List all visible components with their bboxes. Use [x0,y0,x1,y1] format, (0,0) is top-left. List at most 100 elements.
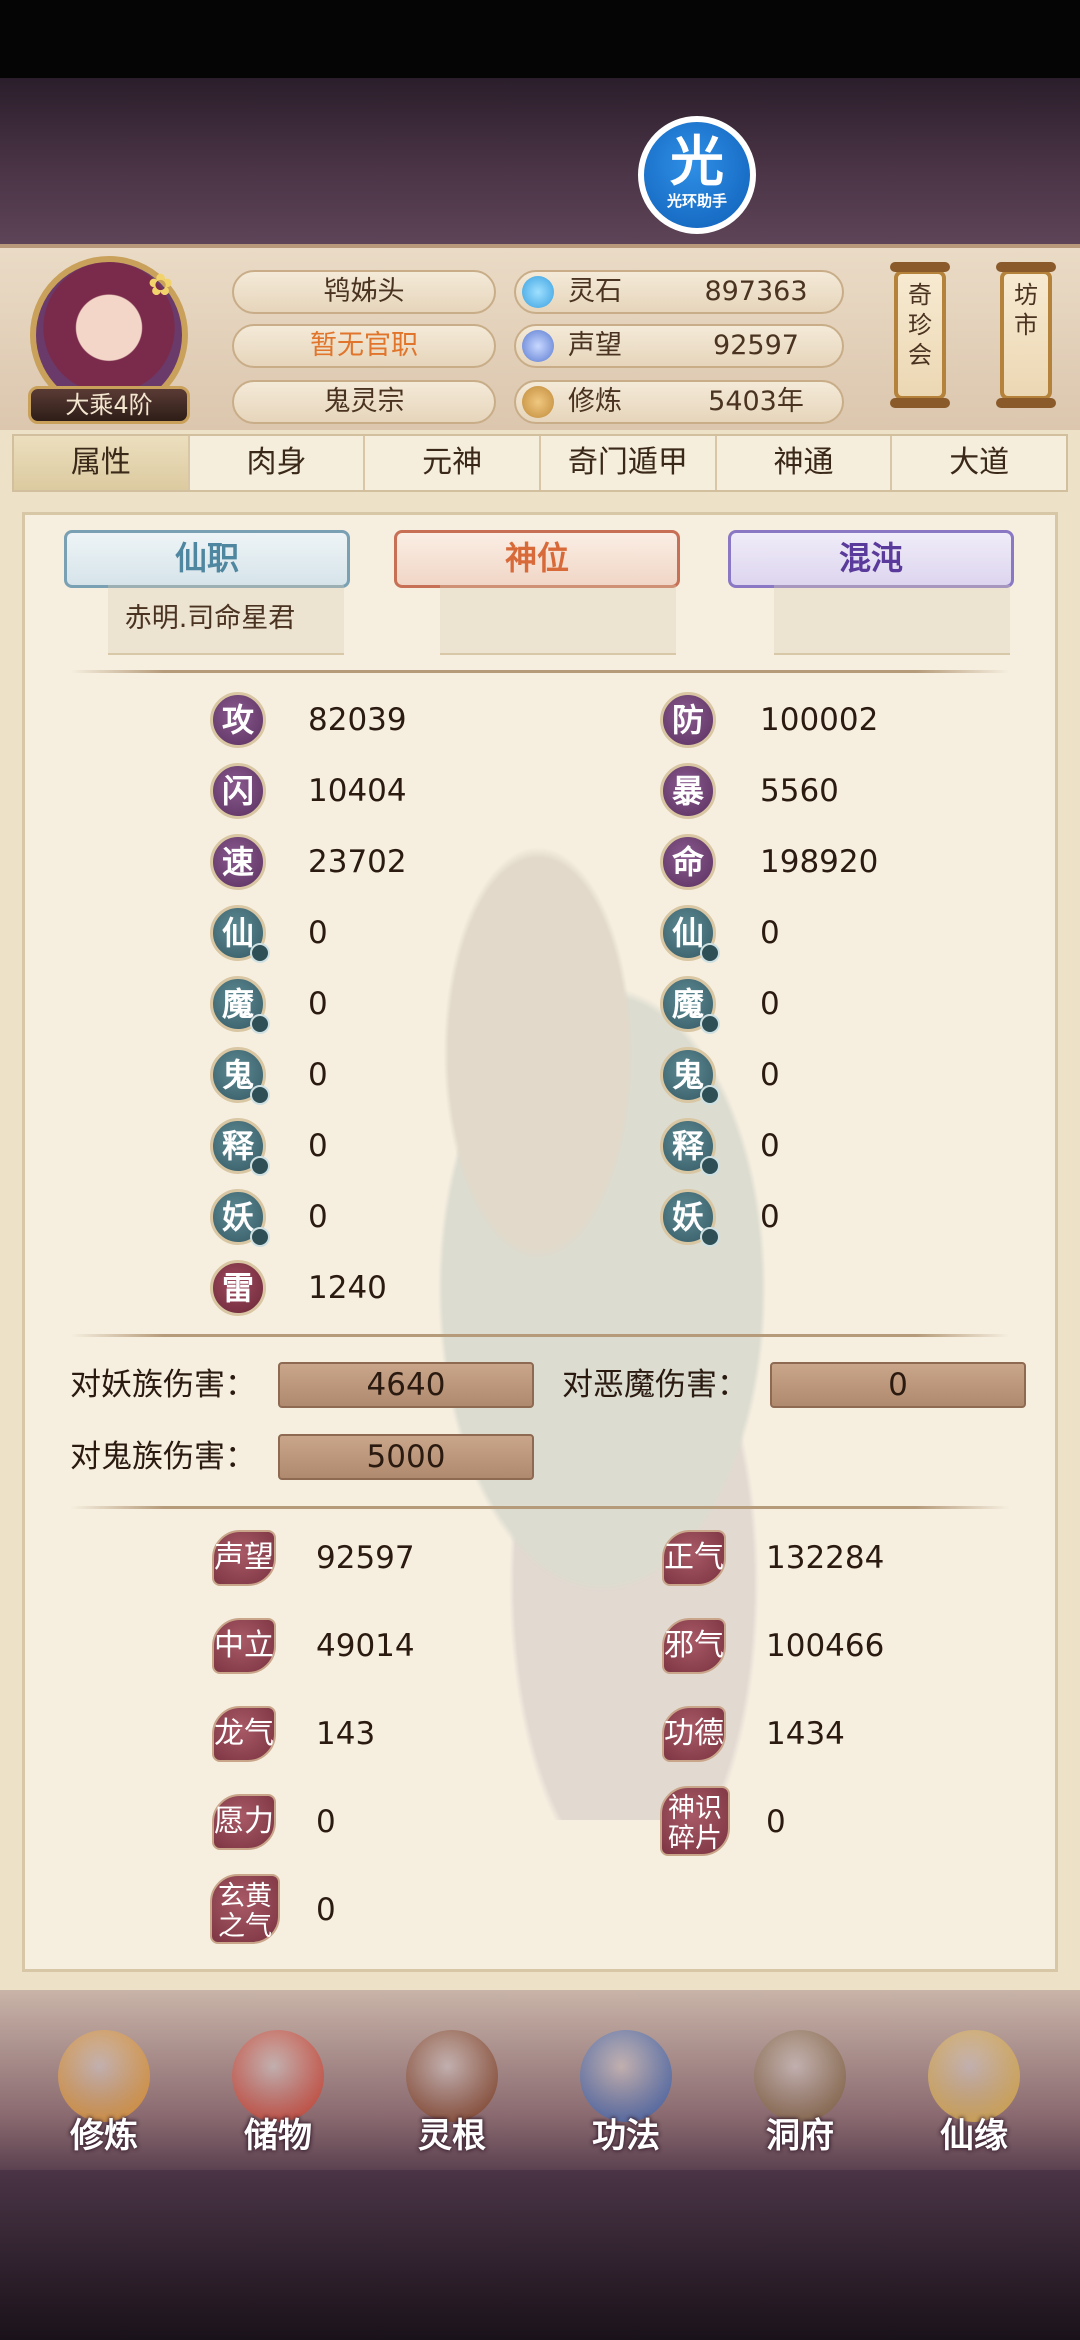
resource-label: 灵石 [568,276,622,307]
stat-glyph-命: 命 [660,834,716,890]
assistant-badge-label: 光环助手 [666,192,727,210]
stat-value: 0 [308,915,328,951]
info-dot-icon [700,1156,720,1176]
stat-glyph-速: 速 [210,834,266,890]
divider [70,1334,1010,1337]
standing-label: 龙气 [212,1706,276,1762]
standing-label: 功德 [662,1706,726,1762]
vs-evil-demon-value: 0 [770,1362,1026,1408]
standing-label: 声望 [212,1530,276,1586]
divine-seat-slot [440,585,676,655]
standing-value: 49014 [316,1628,415,1664]
nav-cave-dwelling[interactable]: 洞府 [730,2030,870,2160]
standing-value: 0 [316,1804,336,1840]
immortal-post-value: 赤明.司命星君 [124,603,296,634]
status-bar [0,0,1080,78]
treasure-fair-label: 奇珍会 [908,281,932,369]
resource-label: 修炼 [568,386,622,417]
standing-value: 92597 [316,1540,415,1576]
info-dot-icon [250,1085,270,1105]
standing-value: 100466 [766,1628,885,1664]
vs-demon-tribe-value: 4640 [278,1362,534,1408]
stat-value: 0 [760,915,780,951]
standing-label: 玄黄之气 [210,1874,280,1944]
tab-qimen[interactable]: 奇门遁甲 [541,436,717,490]
divine-seat-ribbon[interactable]: 神位 [394,530,680,588]
nav-storage-bag[interactable]: 储物 [208,2030,348,2160]
nav-spirit-root[interactable]: 灵根 [382,2030,522,2160]
info-dot-icon [700,1014,720,1034]
info-dot-icon [700,1227,720,1247]
stat-value: 0 [760,1199,780,1235]
player-sect[interactable]: 鬼灵宗 [232,380,496,424]
standing-label: 愿力 [212,1794,276,1850]
stat-value: 0 [308,1199,328,1235]
stat-value: 100002 [760,702,879,738]
vs-evil-demon-label: 对恶魔伤害： [562,1367,748,1403]
meditation-icon [522,386,554,418]
chaos-slot [774,585,1010,655]
flower-icon: ✿ [148,268,174,303]
divider [70,1506,1010,1509]
nav-label: 储物 [244,2116,312,2156]
tab-attributes[interactable]: 属性 [14,436,190,490]
player-office[interactable]: 暂无官职 [232,324,496,368]
immortal-post-ribbon[interactable]: 仙职 [64,530,350,588]
market-label: 坊市 [1014,281,1038,339]
stat-value: 0 [308,1128,328,1164]
resource-value: 5403年 [708,386,804,417]
spirit-stone-icon [522,276,554,308]
resource-spirit-stone: 灵石 897363 [514,270,844,314]
stat-glyph-雷: 雷 [210,1260,266,1316]
stat-value: 198920 [760,844,879,880]
stat-value: 0 [760,1128,780,1164]
stat-value: 0 [308,986,328,1022]
nav-label: 修炼 [70,2116,138,2156]
tab-spirit[interactable]: 元神 [365,436,542,490]
standing-value: 0 [316,1892,336,1928]
standing-label: 中立 [212,1618,276,1674]
standing-value: 0 [766,1804,786,1840]
assistant-badge[interactable]: 光 光环助手 [638,116,756,234]
bottom-band [0,2170,1080,2340]
stat-value: 0 [760,986,780,1022]
info-dot-icon [700,1085,720,1105]
nav-gourd[interactable]: 仙缘 [904,2030,1044,2160]
info-dot-icon [250,1227,270,1247]
nav-label: 灵根 [418,2116,486,2156]
resource-label: 声望 [568,330,622,361]
resource-value: 897363 [704,276,808,307]
vs-demon-tribe-label: 对妖族伤害： [70,1367,256,1403]
stat-glyph-闪: 闪 [210,763,266,819]
standing-value: 132284 [766,1540,885,1576]
standing-label: 神识碎片 [660,1786,730,1856]
info-dot-icon [250,943,270,963]
stat-value: 0 [308,1057,328,1093]
standing-label: 正气 [662,1530,726,1586]
nav-label: 功法 [592,2116,660,2156]
tab-body[interactable]: 肉身 [190,436,366,490]
vs-ghost-label: 对鬼族伤害： [70,1439,256,1475]
stat-value: 5560 [760,773,839,809]
chaos-ribbon[interactable]: 混沌 [728,530,1014,588]
stat-glyph-防: 防 [660,692,716,748]
market-button[interactable]: 坊市 [996,262,1056,408]
header-banner [0,78,1080,244]
nav-cultivate[interactable]: 修炼 [34,2030,174,2160]
tab-dao[interactable]: 大道 [892,436,1066,490]
nav-label: 洞府 [766,2116,834,2156]
stat-glyph-攻: 攻 [210,692,266,748]
nav-technique-book[interactable]: 功法 [556,2030,696,2160]
stat-value: 23702 [308,844,407,880]
resource-cultivation: 修炼 5403年 [514,380,844,424]
stat-value: 10404 [308,773,407,809]
nav-label: 仙缘 [940,2116,1008,2156]
treasure-fair-button[interactable]: 奇珍会 [890,262,950,408]
prestige-crystal-icon [522,330,554,362]
tab-divine-arts[interactable]: 神通 [717,436,893,490]
standing-value: 1434 [766,1716,845,1752]
standing-value: 143 [316,1716,376,1752]
rank-badge: 大乘4阶 [28,386,190,424]
standing-label: 邪气 [662,1618,726,1674]
resource-prestige: 声望 92597 [514,324,844,368]
